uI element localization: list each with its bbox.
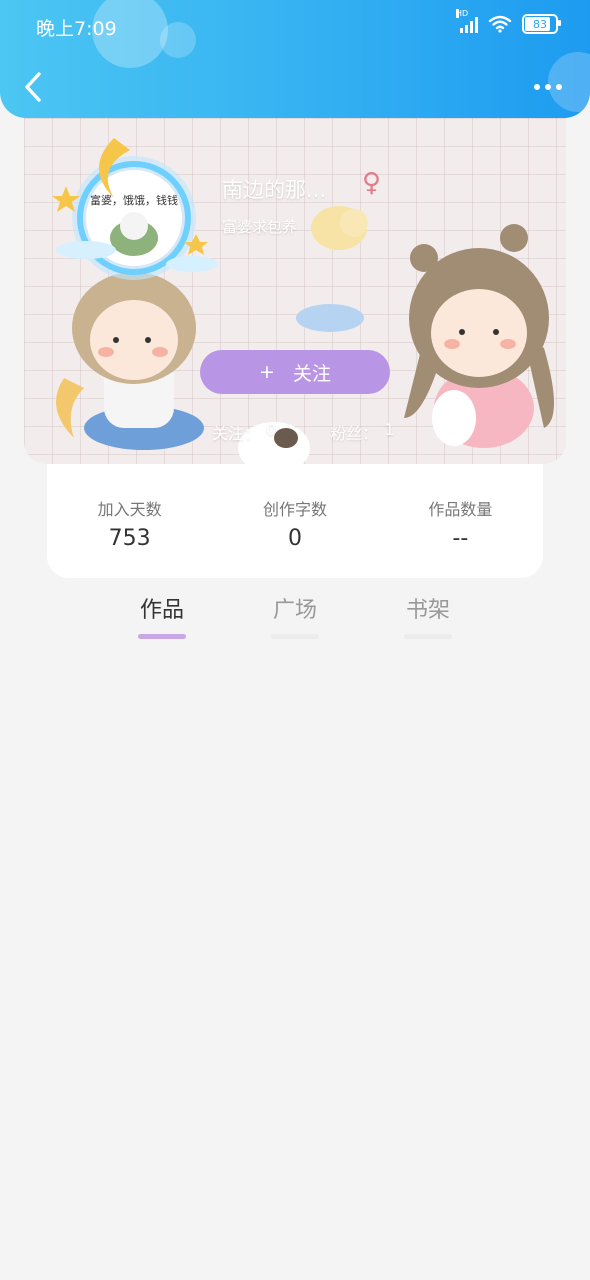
tab-plaza[interactable]: 广场 (255, 592, 335, 639)
tab-underline (271, 634, 319, 639)
following-value: 0 (266, 420, 277, 439)
battery-level: 83 (533, 17, 547, 31)
back-arrow-icon[interactable] (20, 70, 48, 104)
avatar-badge-text: 富婆，饿饿，钱钱 (90, 193, 178, 207)
content-area (0, 660, 590, 1280)
right-character-illustration (404, 224, 554, 448)
wifi-icon (488, 15, 512, 33)
following-label: 关注： (212, 424, 261, 443)
left-character-illustration (56, 272, 204, 450)
stat-value: -- (452, 526, 469, 551)
bowl-illustration (296, 304, 364, 332)
status-icons: HD 83 (456, 9, 561, 34)
profile-banner: 富婆，饿饿，钱钱 南边的那... ♀ 富婆求包养 + 关注 关注： 0 粉丝： … (24, 118, 566, 464)
tab-bookshelf[interactable]: 书架 (388, 592, 468, 639)
follow-counts: 关注： 0 粉丝： 1 (212, 420, 394, 444)
followers-value: 1 (384, 420, 395, 439)
battery-icon: 83 (522, 14, 561, 34)
more-options-icon[interactable] (534, 84, 562, 90)
followers-label: 粉丝： (330, 424, 379, 443)
username: 南边的那... (222, 178, 327, 202)
decor-bubble (548, 52, 590, 112)
stat-works-count: 作品数量 -- (378, 464, 543, 578)
tab-underline (404, 634, 452, 639)
signal-icon: HD (456, 9, 478, 33)
avatar[interactable]: 富婆，饿饿，钱钱 (44, 128, 224, 288)
plus-icon: + (259, 361, 275, 383)
stat-value: 0 (287, 526, 302, 551)
stats-card: 加入天数 753 创作字数 0 作品数量 -- (47, 464, 543, 578)
follow-button-label: 关注 (292, 362, 331, 385)
tab-label: 作品 (139, 598, 184, 623)
stat-label: 作品数量 (428, 500, 493, 519)
cat-illustration (311, 206, 368, 250)
follow-button[interactable]: + 关注 (200, 350, 390, 394)
tab-label: 广场 (272, 598, 317, 623)
tab-label: 书架 (405, 598, 450, 623)
decor-bubble (160, 22, 196, 58)
header-bar: 晚上7:09 HD 83 (0, 0, 590, 118)
followers-count[interactable]: 粉丝： 1 (330, 420, 394, 444)
profile-tabs: 作品 广场 书架 (0, 592, 590, 652)
tab-underline (138, 634, 186, 639)
stat-word-count: 创作字数 0 (212, 464, 377, 578)
female-gender-icon: ♀ (362, 168, 382, 198)
network-label: HD (456, 9, 469, 18)
stat-join-days: 加入天数 753 (47, 464, 212, 578)
following-count[interactable]: 关注： 0 (212, 420, 276, 444)
stat-label: 创作字数 (262, 500, 327, 519)
stat-label: 加入天数 (97, 500, 162, 519)
user-bio: 富婆求包养 (222, 218, 298, 236)
status-time: 晚上7:09 (36, 18, 117, 40)
stat-value: 753 (108, 526, 151, 551)
tab-works[interactable]: 作品 (122, 592, 202, 639)
